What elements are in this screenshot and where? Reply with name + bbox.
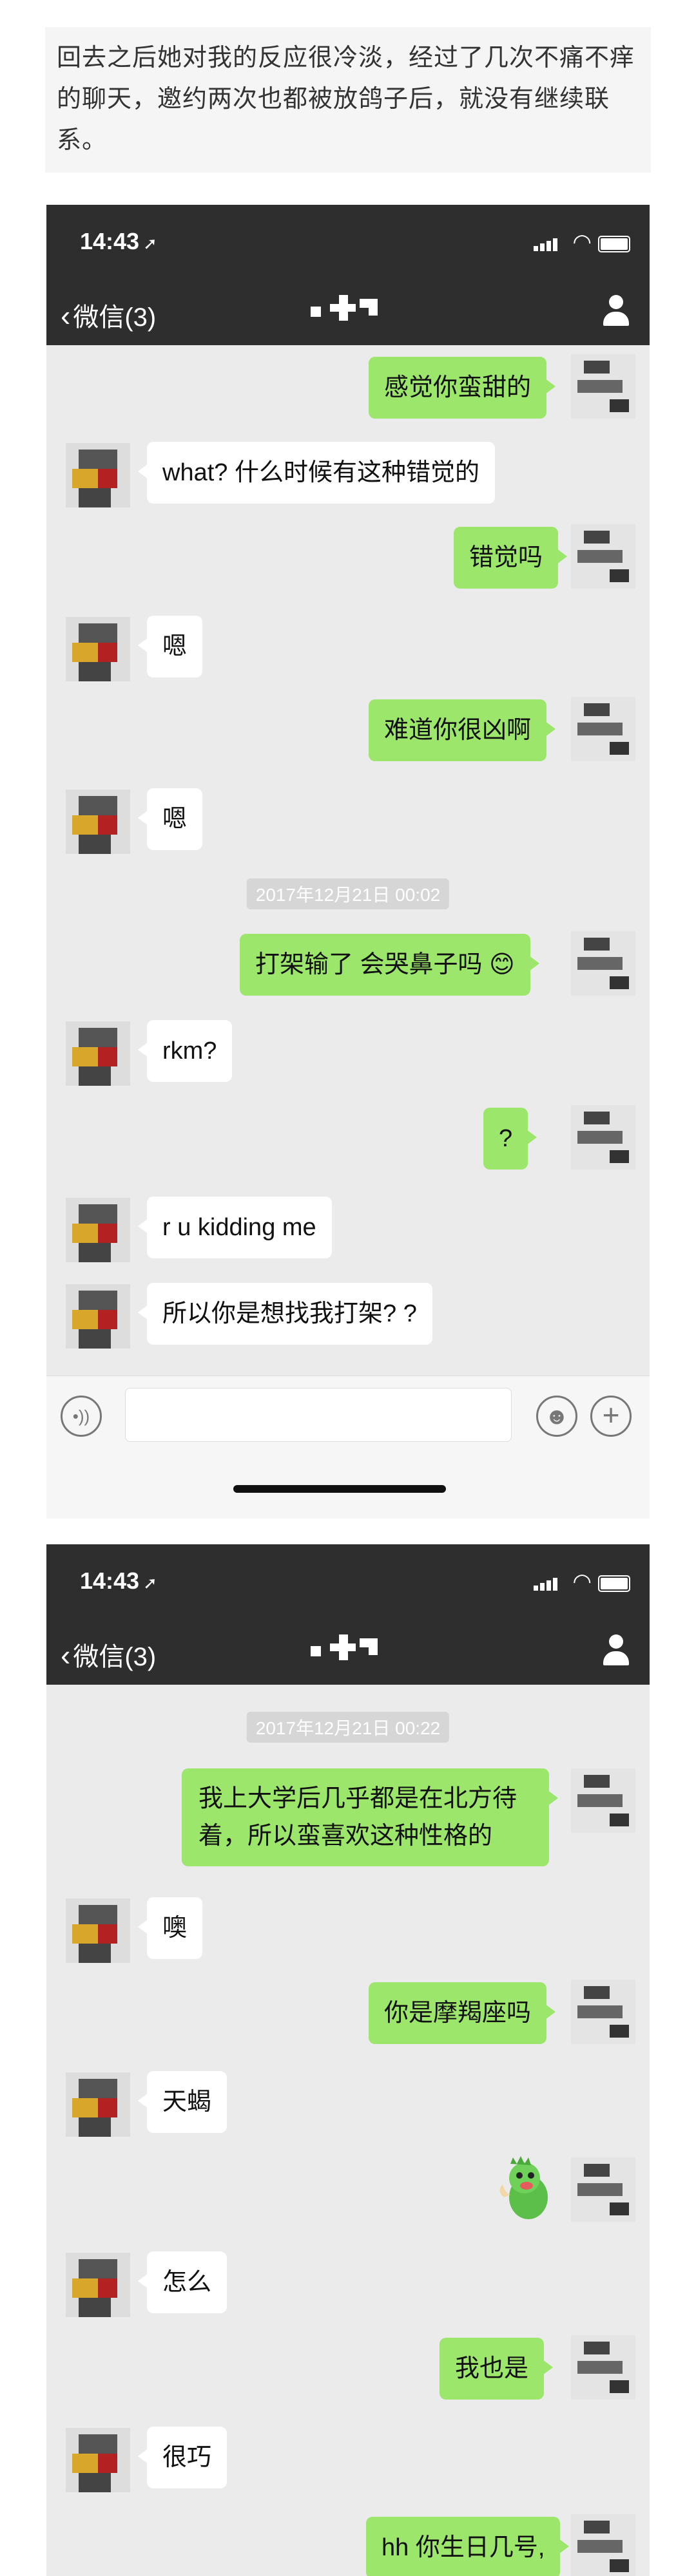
message-bubble-received: 怎么 [137,2251,227,2313]
message-bubble-received: 噢 [137,1897,203,1959]
emoji-icon[interactable]: ☻ [536,1396,577,1437]
contact-avatar[interactable] [66,2253,130,2317]
message-bubble-sent: 我也是 [440,2338,554,2400]
message-bubble-sent: 我上大学后几乎都是在北方待着，所以蛮喜欢这种性格的 [182,1768,558,1866]
article: 回去之后她对我的反应很冷淡，经过了几次不痛不痒的聊天，邀约两次也都被放鸽子后，就… [0,0,696,2576]
signal-icon [534,1578,559,1591]
chat-navbar: ‹ 微信(3) [46,282,650,345]
contact-avatar[interactable] [66,1021,130,1086]
battery-icon [598,236,630,252]
contact-avatar[interactable] [66,790,130,854]
chat-input-bar: •)) ☻ + [46,1376,650,1454]
chat-title-pixelated [311,295,382,323]
contact-info-icon[interactable] [602,1634,630,1667]
message-input[interactable] [125,1388,512,1442]
my-avatar[interactable] [571,1768,635,1833]
my-avatar[interactable] [571,354,635,419]
signal-icon [534,238,559,251]
status-time: 14:43 ➚ [80,1567,157,1594]
message-bubble-sent: hh 你生日几号, [366,2517,570,2576]
location-arrow-icon: ➚ [143,1573,157,1593]
message-bubble-received: 所以你是想找我打架? ? [138,1283,432,1345]
my-avatar[interactable] [571,2514,635,2576]
my-avatar[interactable] [571,2335,635,2400]
message-bubble-sent: 你是摩羯座吗 [369,1982,556,2044]
contact-avatar[interactable] [66,1899,130,1963]
status-bar: 14:43 ➚ ◠ [46,1544,650,1622]
message-bubble-sent: 难道你很凶啊 [369,699,556,761]
message-bubble-sent: 错觉吗 [454,527,568,589]
message-bubble-received: rkm? [137,1020,233,1082]
back-label: 微信(3) [73,1643,157,1671]
dinosaur-sticker-icon [491,2152,556,2223]
chevron-left-icon: ‹ [61,299,71,332]
contact-avatar[interactable] [66,1284,130,1349]
chat-screenshot-1: 14:43 ➚ ◠ ‹ 微信(3) 感觉你蛮甜的 what? 什么时候有这种错觉的 … [46,205,650,1519]
battery-icon [598,1575,630,1592]
chat-title-pixelated [311,1634,382,1663]
back-button[interactable]: ‹ 微信(3) [61,296,156,334]
chat-timestamp: 2017年12月21日 00:22 [246,1712,450,1743]
contact-avatar[interactable] [66,2428,130,2492]
chat-screenshot-2: 14:43 ➚ ◠ ‹ 微信(3) 2017年12月21日 00:22 我上大学后几… [46,1544,650,2576]
voice-icon[interactable]: •)) [61,1396,102,1437]
my-avatar[interactable] [571,697,635,761]
location-arrow-icon: ➚ [143,234,157,253]
my-avatar[interactable] [571,931,635,996]
message-bubble-sent: 打架输了 会哭鼻子吗 😊 [240,934,539,996]
contact-info-icon[interactable] [602,295,630,327]
wifi-icon: ◠ [572,230,592,254]
status-bar: 14:43 ➚ ◠ [46,205,650,282]
contact-avatar[interactable] [66,443,130,507]
my-avatar[interactable] [571,1980,635,2044]
message-bubble-received: what? 什么时候有这种错觉的 [138,442,495,504]
status-time: 14:43 ➚ [80,228,157,254]
intro-paragraph: 回去之后她对我的反应很冷淡，经过了几次不痛不痒的聊天，邀约两次也都被放鸽子后，就… [45,27,651,173]
message-bubble-received: 天蝎 [137,2071,227,2133]
message-bubble-received: 嗯 [137,616,203,677]
message-bubble-sent: 感觉你蛮甜的 [369,357,556,419]
contact-avatar[interactable] [66,2072,130,2137]
plus-icon[interactable]: + [590,1396,632,1437]
my-avatar[interactable] [571,524,635,589]
message-bubble-received: r u kidding me [138,1197,332,1258]
chevron-left-icon: ‹ [61,1638,71,1672]
wifi-icon: ◠ [572,1569,592,1594]
my-avatar[interactable] [571,1105,635,1170]
back-label: 微信(3) [73,303,157,332]
message-bubble-received: 很巧 [137,2427,227,2488]
back-button[interactable]: ‹ 微信(3) [61,1636,156,1673]
message-bubble-sent: ? [483,1108,537,1170]
chat-timestamp: 2017年12月21日 00:02 [246,878,450,909]
message-bubble-received: 嗯 [137,788,203,850]
contact-avatar[interactable] [66,1198,130,1262]
contact-avatar[interactable] [66,617,130,681]
my-avatar[interactable] [571,2157,635,2222]
chat-navbar: ‹ 微信(3) [46,1622,650,1685]
home-indicator-bar [46,1453,650,1519]
home-indicator[interactable] [233,1485,446,1493]
